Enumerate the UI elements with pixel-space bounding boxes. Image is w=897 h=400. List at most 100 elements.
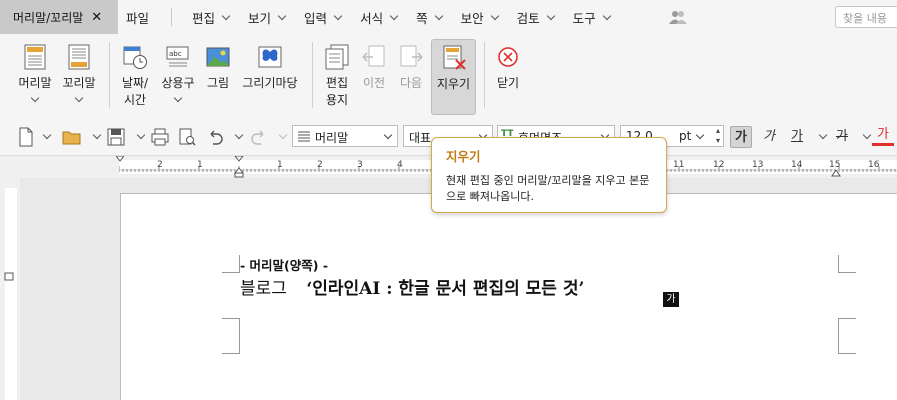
edit-paper-button[interactable]: 편집 용지 <box>320 34 354 118</box>
chevron-down-icon <box>278 130 288 140</box>
ribbon-separator <box>109 42 110 108</box>
prev-button[interactable]: 이전 <box>359 34 389 118</box>
chevron-down-icon <box>490 11 499 20</box>
close-header-button[interactable]: 닫기 <box>493 34 523 118</box>
chevron-down-icon[interactable] <box>818 130 828 140</box>
menu-format[interactable]: 서식 <box>360 8 399 27</box>
autotext-label: 상용구 <box>161 76 195 90</box>
menu-page[interactable]: 쪽 <box>416 8 443 27</box>
chevron-down-icon <box>546 11 555 20</box>
header-icon <box>24 44 46 70</box>
chevron-down-icon <box>277 11 287 20</box>
tooltip-title: 지우기 <box>446 149 481 164</box>
svg-text:abc: abc <box>169 50 182 58</box>
bold-button[interactable]: 가 <box>730 126 752 148</box>
footer-icon <box>68 44 90 70</box>
ruler-mark: 2 <box>157 160 163 170</box>
chevron-down-icon <box>389 11 399 20</box>
tooltip-description: 현재 편집 중인 머리말/꼬리말을 지우고 본문으로 빠져나옵니다. <box>446 174 650 203</box>
datetime-button[interactable]: 날짜/시간 <box>116 34 154 118</box>
people-icon[interactable] <box>669 10 687 24</box>
menu-file[interactable]: 파일 <box>126 8 149 27</box>
save-icon[interactable] <box>107 127 125 147</box>
close-header-label: 닫기 <box>496 76 520 90</box>
search-input[interactable]: 찾을 내용 <box>835 6 897 28</box>
picture-icon <box>206 47 230 67</box>
next-icon <box>400 45 423 67</box>
style-value: 머리말 <box>315 131 349 145</box>
italic-button[interactable]: 가 <box>758 126 780 148</box>
close-circle-icon <box>498 47 518 67</box>
spinner-icon[interactable]: ▴ ▾ <box>716 126 720 146</box>
context-tab-label: 머리말/꼬리말 <box>13 10 84 25</box>
datetime-label: 날짜/시간 <box>121 76 149 107</box>
redo-icon[interactable] <box>251 127 267 147</box>
chevron-down-icon <box>30 93 40 103</box>
next-button[interactable]: 다음 <box>396 34 426 118</box>
delete-header-icon <box>443 45 466 70</box>
menu-separator <box>171 8 173 26</box>
menu-insert[interactable]: 입력 <box>304 8 343 27</box>
new-document-icon[interactable] <box>18 127 34 147</box>
menu-security[interactable]: 보안 <box>461 8 499 27</box>
chevron-down-icon <box>221 11 231 20</box>
print-icon[interactable] <box>151 127 169 147</box>
indent-marker-left[interactable] <box>116 156 124 162</box>
footer-button[interactable]: 꼬리말 <box>58 34 100 118</box>
chevron-down-icon[interactable] <box>234 130 244 140</box>
delete-header-label: 지우기 <box>436 77 471 91</box>
margin-corner-marker <box>222 318 240 336</box>
delete-header-button[interactable]: 지우기 <box>431 39 476 115</box>
open-folder-icon[interactable] <box>62 127 82 147</box>
ruler-mark: 1 <box>197 160 203 170</box>
header-button[interactable]: 머리말 <box>14 34 56 118</box>
strikethrough-button[interactable]: 가 <box>831 126 853 148</box>
tooltip: 지우기 현재 편집 중인 머리말/꼬리말을 지우고 본문으로 빠져나옵니다. <box>431 137 667 213</box>
vertical-ruler-marker[interactable] <box>4 272 16 282</box>
style-select[interactable]: 머리말 <box>292 125 398 147</box>
ribbon-separator <box>312 42 313 108</box>
header-text-line[interactable]: 블로그 ‘인라인AI : 한글 문서 편집의 모든 것’ <box>240 274 584 299</box>
picture-button[interactable]: 그림 <box>202 34 234 118</box>
header-area-label: - 머리말(양쪽) - <box>240 258 329 273</box>
menu-view[interactable]: 보기 <box>248 8 287 27</box>
chevron-down-icon <box>173 93 183 103</box>
prev-icon <box>362 45 385 67</box>
chevron-down-icon <box>333 11 343 20</box>
vertical-ruler-strip <box>5 188 17 400</box>
menu-tools[interactable]: 도구 <box>573 8 611 27</box>
context-tab-header-footer[interactable]: 머리말/꼬리말 ✕ <box>0 0 118 34</box>
chevron-down-icon[interactable] <box>92 130 102 140</box>
font-color-button[interactable]: 가 <box>872 126 894 146</box>
ruler-mark: 11 <box>673 160 685 170</box>
right-indent-marker[interactable] <box>831 170 841 178</box>
chevron-down-icon <box>434 11 443 20</box>
autotext-icon: abc <box>166 46 189 67</box>
print-preview-icon[interactable] <box>178 127 196 147</box>
header-text-prefix: 블로그 <box>240 279 287 299</box>
autotext-button[interactable]: abc 상용구 <box>158 34 198 118</box>
menu-review[interactable]: 검토 <box>517 8 555 27</box>
margin-corner-marker <box>838 336 856 354</box>
close-icon[interactable]: ✕ <box>91 10 102 25</box>
footer-label: 꼬리말 <box>62 76 96 90</box>
chevron-down-icon[interactable] <box>136 130 146 140</box>
vertical-ruler[interactable] <box>0 178 20 400</box>
drawing-button[interactable]: 그리기마당 <box>240 34 300 118</box>
indent-marker[interactable] <box>234 156 244 178</box>
ruler-mark: 12 <box>713 160 725 170</box>
font-size-unit: pt <box>679 129 692 143</box>
margin-corner-marker <box>222 255 240 273</box>
picture-label: 그림 <box>206 76 230 90</box>
chevron-down-icon <box>383 130 393 140</box>
butterfly-icon <box>258 46 282 68</box>
underline-button[interactable]: 가 <box>786 126 808 148</box>
menu-edit[interactable]: 편집 <box>192 8 231 27</box>
chevron-down-icon[interactable] <box>862 130 872 140</box>
chevron-down-icon[interactable] <box>42 130 52 140</box>
ruler-mark: 1 <box>277 160 283 170</box>
ruler-mark: 16 <box>868 160 880 170</box>
language-value: 대표 <box>409 131 432 145</box>
undo-icon[interactable] <box>207 127 223 147</box>
ruler-mark: 14 <box>791 160 803 170</box>
